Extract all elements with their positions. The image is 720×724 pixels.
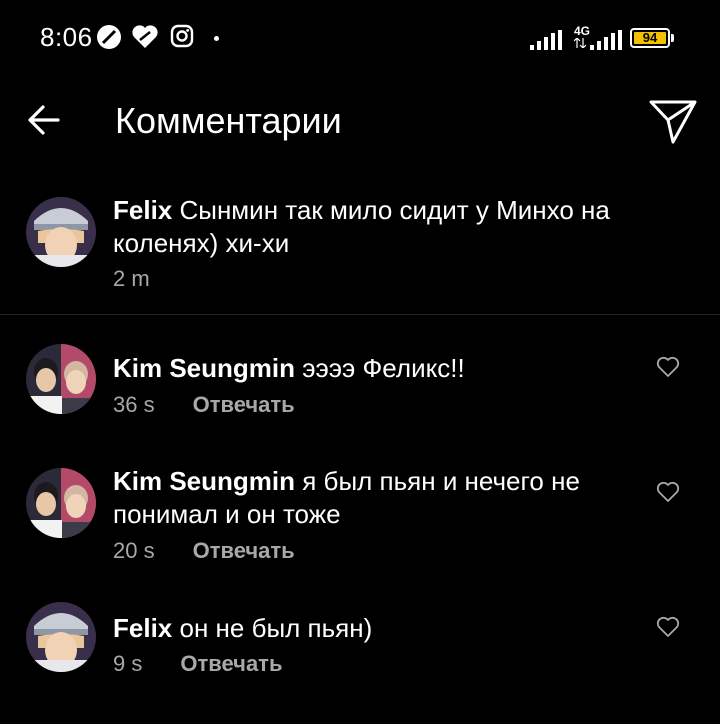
more-notifications-dot [214, 36, 219, 41]
heart-icon[interactable] [656, 356, 680, 378]
comment-time: 9 s [113, 651, 143, 676]
reply-button[interactable]: Отвечать [193, 538, 295, 563]
cellular-signal-icon [590, 30, 622, 50]
arrow-left-icon[interactable] [26, 102, 62, 138]
caption-text: Felix Сынмин так мило сидит у Минхо на к… [113, 194, 673, 260]
status-time: 8:06 [40, 22, 93, 52]
comment-body: он не был пьян) [179, 613, 373, 643]
avatar[interactable] [26, 602, 96, 672]
caption-time: 2 m [113, 266, 150, 291]
caption-meta: 2 m [113, 266, 150, 292]
paper-plane-icon[interactable] [648, 96, 698, 146]
avatar[interactable] [26, 344, 96, 414]
comments-header: Комментарии [0, 80, 720, 170]
comment-text: Felix он не был пьян) [113, 612, 633, 645]
heart-icon[interactable] [656, 616, 680, 638]
heart-icon[interactable] [656, 481, 680, 503]
reply-button[interactable]: Отвечать [180, 651, 282, 676]
reply-button[interactable]: Отвечать [193, 392, 295, 417]
page-title: Комментарии [115, 100, 342, 141]
comment-username[interactable]: Felix [113, 613, 172, 643]
network-type: 4G [574, 24, 591, 38]
caption-body: Сынмин так мило сидит у Минхо на коленях… [113, 195, 610, 258]
wifi-signal-icon [530, 30, 562, 50]
avatar[interactable] [26, 197, 96, 267]
caption-username[interactable]: Felix [113, 195, 172, 225]
comment-text: Kim Seungmin ээээ Феликс!! [113, 352, 633, 385]
comment-username[interactable]: Kim Seungmin [113, 466, 295, 496]
data-arrows-icon [574, 38, 586, 48]
battery-icon: 94 [630, 28, 670, 48]
comment-username[interactable]: Kim Seungmin [113, 353, 295, 383]
comment-text: Kim Seungmin я был пьян и нечего не пони… [113, 465, 633, 531]
comment-meta: 36 s Отвечать [113, 392, 295, 418]
battery-tip [671, 34, 674, 42]
heart-status-icon [132, 25, 158, 48]
comment-time: 20 s [113, 538, 155, 563]
comment-body: ээээ Феликс!! [302, 353, 465, 383]
data-saver-icon [97, 25, 121, 49]
comment-meta: 20 s Отвечать [113, 538, 295, 564]
battery-level: 94 [642, 30, 658, 45]
instagram-icon [170, 24, 194, 48]
divider [0, 314, 720, 315]
comment-time: 36 s [113, 392, 155, 417]
comment-meta: 9 s Отвечать [113, 651, 282, 677]
status-bar: 8:06 4G 94 [0, 0, 720, 80]
avatar[interactable] [26, 468, 96, 538]
